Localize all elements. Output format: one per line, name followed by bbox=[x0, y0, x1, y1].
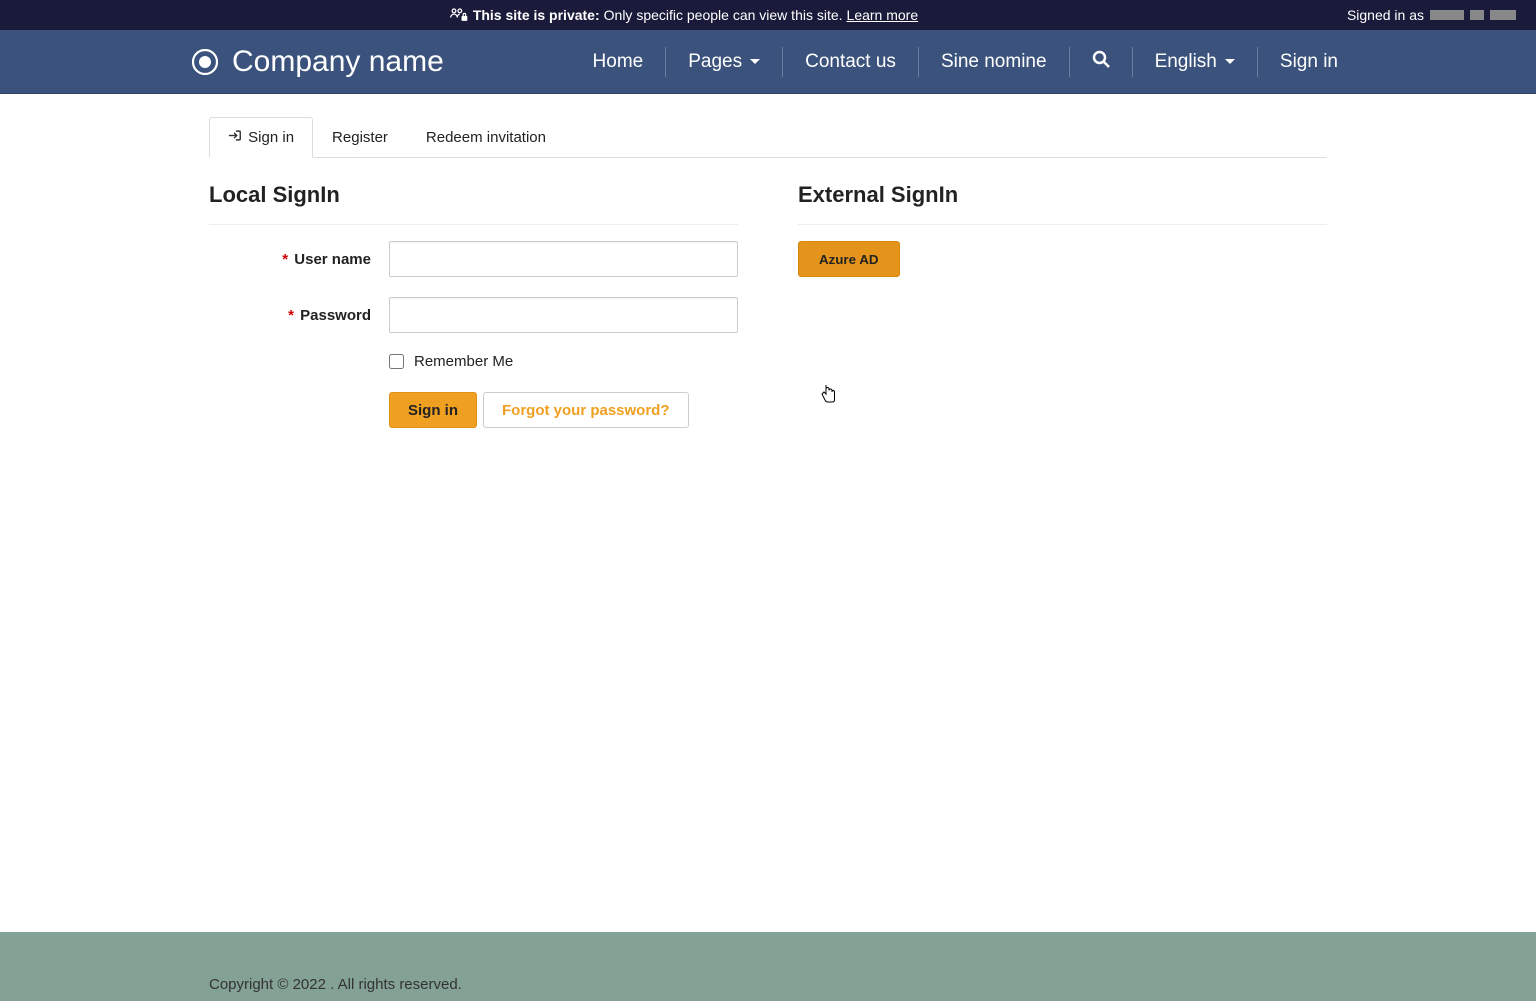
username-input[interactable] bbox=[389, 241, 738, 277]
signin-icon bbox=[228, 129, 246, 146]
signin-button[interactable]: Sign in bbox=[389, 392, 477, 428]
redacted-user-3 bbox=[1490, 10, 1516, 20]
local-signin-heading: Local SignIn bbox=[209, 182, 738, 225]
azure-ad-button[interactable]: Azure AD bbox=[798, 241, 900, 277]
redacted-user-1 bbox=[1430, 10, 1464, 20]
tab-signin-label: Sign in bbox=[248, 129, 294, 146]
brand-logo-icon bbox=[192, 49, 218, 75]
nav-contact[interactable]: Contact us bbox=[783, 47, 919, 77]
chevron-down-icon bbox=[1225, 59, 1235, 64]
tab-redeem[interactable]: Redeem invitation bbox=[407, 117, 565, 158]
password-label: * Password bbox=[209, 307, 389, 324]
footer: Copyright © 2022 . All rights reserved. bbox=[0, 968, 1536, 1001]
footer-copyright: Copyright © 2022 . All rights reserved. bbox=[209, 976, 462, 993]
signed-in-as-label: Signed in as bbox=[1347, 7, 1424, 23]
nav-sine-nomine[interactable]: Sine nomine bbox=[919, 47, 1070, 77]
remember-me-label: Remember Me bbox=[414, 353, 513, 370]
auth-tabs: Sign in Register Redeem invitation bbox=[209, 116, 1327, 158]
nav-search[interactable] bbox=[1070, 47, 1133, 77]
brand-name[interactable]: Company name bbox=[232, 45, 444, 79]
remember-me-checkbox[interactable] bbox=[389, 354, 404, 369]
main-navbar: Company name Home Pages Contact us Sine … bbox=[0, 30, 1536, 94]
tab-signin[interactable]: Sign in bbox=[209, 117, 313, 158]
nav-home[interactable]: Home bbox=[571, 47, 667, 77]
learn-more-link[interactable]: Learn more bbox=[847, 7, 919, 23]
nav-pages[interactable]: Pages bbox=[666, 47, 783, 77]
private-desc-text: Only specific people can view this site. bbox=[604, 7, 843, 23]
people-lock-icon bbox=[449, 7, 469, 23]
external-signin-heading: External SignIn bbox=[798, 182, 1327, 225]
search-icon bbox=[1092, 50, 1110, 74]
private-site-bar: This site is private: Only specific peop… bbox=[0, 0, 1536, 30]
footer-spacer bbox=[0, 932, 1536, 968]
forgot-password-button[interactable]: Forgot your password? bbox=[483, 392, 689, 428]
tab-register[interactable]: Register bbox=[313, 117, 407, 158]
password-input[interactable] bbox=[389, 297, 738, 333]
nav-language[interactable]: English bbox=[1133, 47, 1258, 77]
private-bold-text: This site is private: bbox=[473, 7, 600, 23]
chevron-down-icon bbox=[750, 59, 760, 64]
nav-signin[interactable]: Sign in bbox=[1258, 47, 1360, 77]
username-label: * User name bbox=[209, 251, 389, 268]
redacted-user-2 bbox=[1470, 10, 1484, 20]
